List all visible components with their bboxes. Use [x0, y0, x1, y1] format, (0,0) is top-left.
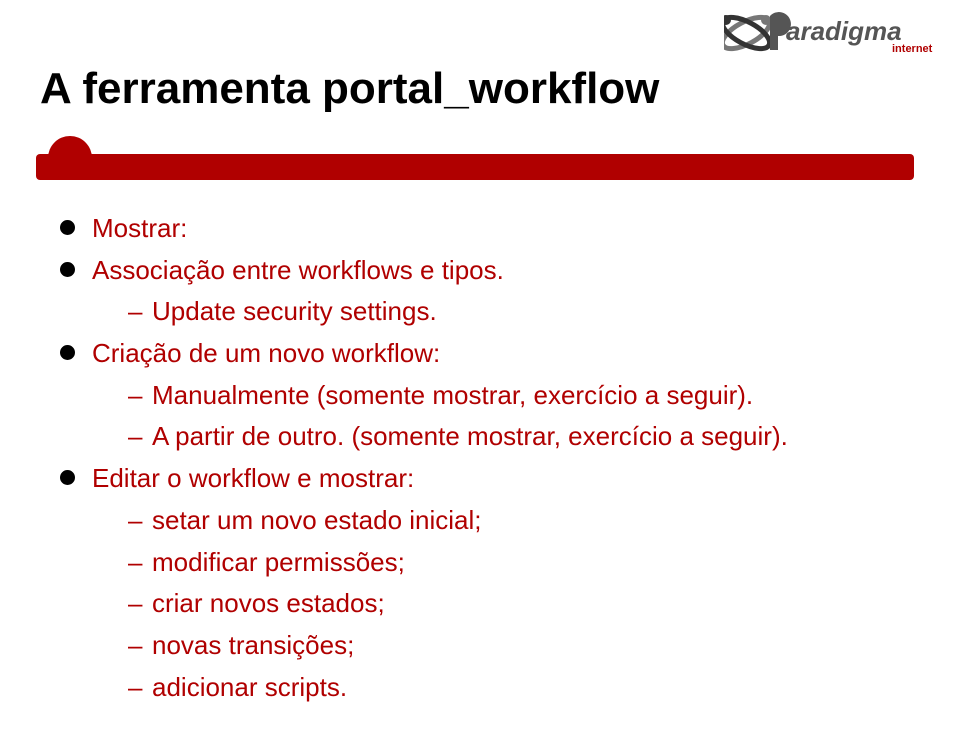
list-item-text: Mostrar: [92, 213, 187, 243]
sub-list-item-text: novas transições; [152, 630, 354, 660]
title-underline-decoration [0, 136, 960, 180]
logo-sub-text: internet [892, 43, 933, 55]
list-item: Editar o workflow e mostrar: setar um no… [60, 460, 900, 706]
logo-brand-text: aradigma [786, 16, 902, 46]
slide-content: Mostrar: Associação entre workflows e ti… [60, 210, 900, 710]
sub-list-item-text: Manualmente (somente mostrar, exercício … [152, 380, 753, 410]
list-item-text: Criação de um novo workflow: [92, 338, 440, 368]
sub-list-item-text: A partir de outro. (somente mostrar, exe… [152, 421, 788, 451]
sub-list-item: modificar permissões; [128, 544, 900, 582]
sub-list-item: criar novos estados; [128, 585, 900, 623]
sub-list-item: Manualmente (somente mostrar, exercício … [128, 377, 900, 415]
page-title: A ferramenta portal_workflow [40, 64, 659, 114]
list-item: Criação de um novo workflow: Manualmente… [60, 335, 900, 456]
sub-list-item-text: criar novos estados; [152, 588, 385, 618]
list-item-text: Editar o workflow e mostrar: [92, 463, 414, 493]
sub-list-item-text: Update security settings. [152, 296, 437, 326]
list-item: Mostrar: [60, 210, 900, 248]
sub-list-item: A partir de outro. (somente mostrar, exe… [128, 418, 900, 456]
sub-list-item: novas transições; [128, 627, 900, 665]
brand-logo: aradigma internet [724, 8, 944, 58]
sub-list-item-text: modificar permissões; [152, 547, 405, 577]
sub-list-item: setar um novo estado inicial; [128, 502, 900, 540]
list-item: Associação entre workflows e tipos. Upda… [60, 252, 900, 331]
sub-list-item: Update security settings. [128, 293, 900, 331]
sub-list-item: adicionar scripts. [128, 669, 900, 707]
sub-list-item-text: adicionar scripts. [152, 672, 347, 702]
sub-list-item-text: setar um novo estado inicial; [152, 505, 482, 535]
list-item-text: Associação entre workflows e tipos. [92, 255, 504, 285]
logo-x-icon [724, 11, 774, 55]
